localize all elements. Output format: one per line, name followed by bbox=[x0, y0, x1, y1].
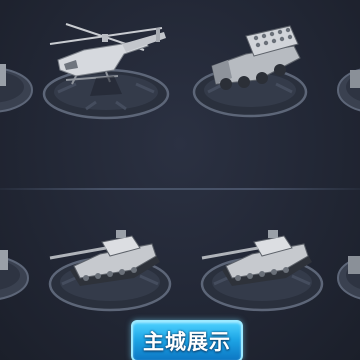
unit-slot-helicopter[interactable] bbox=[36, 14, 176, 124]
unit-slot-row1-right-partial[interactable] bbox=[337, 40, 360, 120]
unit-slot-row2-right-partial[interactable] bbox=[337, 228, 360, 308]
unit-slot-tank-2[interactable] bbox=[196, 218, 336, 318]
unit-slot-row1-left-partial[interactable] bbox=[0, 40, 33, 120]
unit-slot-row2-left-partial[interactable] bbox=[0, 228, 29, 308]
row-divider bbox=[0, 188, 360, 190]
unit-slot-tank-1[interactable] bbox=[40, 218, 180, 318]
pedestal-icon bbox=[0, 64, 33, 113]
unit-slot-missile-launcher[interactable] bbox=[192, 22, 322, 122]
main-city-display-label: 主城展示 bbox=[143, 330, 231, 354]
unit-showcase-screen: 主城展示 bbox=[0, 0, 360, 360]
pedestal-icon bbox=[0, 250, 29, 300]
pedestal-icon bbox=[337, 256, 360, 300]
main-city-display-button[interactable]: 主城展示 bbox=[131, 320, 243, 360]
pedestal-icon bbox=[337, 68, 360, 112]
